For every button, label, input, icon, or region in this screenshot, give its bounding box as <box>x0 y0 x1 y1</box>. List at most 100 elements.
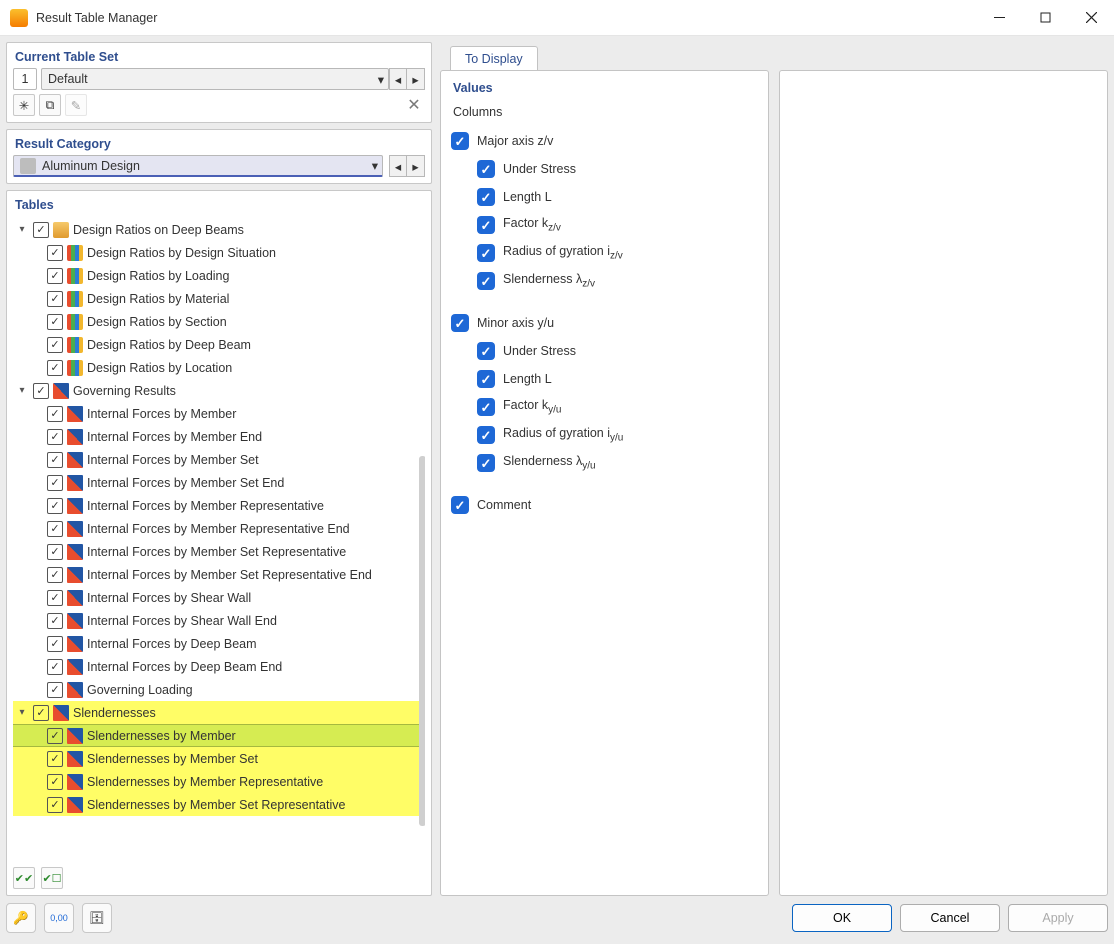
units-button[interactable]: 0,00 <box>44 903 74 933</box>
checkbox[interactable] <box>477 426 495 444</box>
uncheck-all-button[interactable]: ✔☐ <box>41 867 63 889</box>
table-set-dropdown[interactable]: Default ▾ <box>41 68 389 90</box>
checkbox[interactable] <box>33 705 49 721</box>
tree-item[interactable]: Design Ratios by Location <box>13 356 425 379</box>
checkbox[interactable] <box>33 383 49 399</box>
tree-item[interactable]: Internal Forces by Member Set Representa… <box>13 563 425 586</box>
checkbox[interactable] <box>477 398 495 416</box>
tree-group[interactable]: ▾Slendernesses <box>13 701 425 724</box>
checkbox[interactable] <box>47 751 63 767</box>
tree-item[interactable]: Internal Forces by Shear Wall End <box>13 609 425 632</box>
checkbox[interactable] <box>47 590 63 606</box>
checkbox[interactable] <box>477 370 495 388</box>
tree-item[interactable]: Internal Forces by Member Set Representa… <box>13 540 425 563</box>
database-button[interactable]: 🗄 <box>82 903 112 933</box>
scrollbar-thumb[interactable] <box>419 456 425 826</box>
column-checkbox-row[interactable]: Minor axis y/u <box>451 309 758 337</box>
checkbox[interactable] <box>47 429 63 445</box>
tree-item[interactable]: Internal Forces by Shear Wall <box>13 586 425 609</box>
column-checkbox-row[interactable]: Comment <box>451 491 758 519</box>
checkbox[interactable] <box>47 659 63 675</box>
checkbox[interactable] <box>47 291 63 307</box>
category-dropdown[interactable]: Aluminum Design ▾ <box>13 155 383 177</box>
close-window-button[interactable] <box>1068 2 1114 34</box>
tree-item[interactable]: Design Ratios by Design Situation <box>13 241 425 264</box>
checkbox[interactable] <box>477 244 495 262</box>
column-checkbox-row[interactable]: Factor kz/v <box>451 211 758 239</box>
maximize-button[interactable] <box>1022 2 1068 34</box>
column-checkbox-row[interactable]: Under Stress <box>451 337 758 365</box>
checkbox[interactable] <box>477 342 495 360</box>
tree-item[interactable]: Slendernesses by Member Set <box>13 747 425 770</box>
help-button[interactable]: 🔑 <box>6 903 36 933</box>
tables-tree[interactable]: ▾Design Ratios on Deep BeamsDesign Ratio… <box>13 216 425 863</box>
checkbox[interactable] <box>451 314 469 332</box>
tree-item[interactable]: Internal Forces by Member Representative… <box>13 517 425 540</box>
tree-group[interactable]: ▾Design Ratios on Deep Beams <box>13 218 425 241</box>
tree-item[interactable]: Internal Forces by Member <box>13 402 425 425</box>
checkbox[interactable] <box>47 544 63 560</box>
copy-set-button[interactable]: ⧉ <box>39 94 61 116</box>
checkbox[interactable] <box>47 613 63 629</box>
checkbox[interactable] <box>477 216 495 234</box>
checkbox[interactable] <box>47 636 63 652</box>
tree-item[interactable]: Slendernesses by Member Representative <box>13 770 425 793</box>
check-all-button[interactable]: ✔✔ <box>13 867 35 889</box>
tree-item[interactable]: Internal Forces by Member Set <box>13 448 425 471</box>
tree-item[interactable]: Internal Forces by Member End <box>13 425 425 448</box>
tree-group[interactable]: ▾Governing Results <box>13 379 425 402</box>
checkbox[interactable] <box>477 272 495 290</box>
checkbox[interactable] <box>47 498 63 514</box>
tree-item[interactable]: Design Ratios by Loading <box>13 264 425 287</box>
tree-item[interactable]: Internal Forces by Deep Beam <box>13 632 425 655</box>
checkbox[interactable] <box>477 454 495 472</box>
column-checkbox-row[interactable]: Factor ky/u <box>451 393 758 421</box>
checkbox[interactable] <box>47 567 63 583</box>
minimize-button[interactable] <box>976 2 1022 34</box>
tab-to-display[interactable]: To Display <box>450 46 538 71</box>
tree-item[interactable]: Slendernesses by Member <box>13 724 425 747</box>
cancel-button[interactable]: Cancel <box>900 904 1000 932</box>
table-set-next-button[interactable]: ▸ <box>407 68 425 90</box>
checkbox[interactable] <box>47 314 63 330</box>
checkbox[interactable] <box>47 521 63 537</box>
checkbox[interactable] <box>47 475 63 491</box>
checkbox[interactable] <box>47 360 63 376</box>
tree-item[interactable]: Internal Forces by Member Representative <box>13 494 425 517</box>
checkbox[interactable] <box>451 132 469 150</box>
tree-item[interactable]: Design Ratios by Deep Beam <box>13 333 425 356</box>
checkbox[interactable] <box>47 452 63 468</box>
column-checkbox-row[interactable]: Slenderness λy/u <box>451 449 758 477</box>
checkbox[interactable] <box>47 245 63 261</box>
checkbox[interactable] <box>33 222 49 238</box>
ok-button[interactable]: OK <box>792 904 892 932</box>
checkbox[interactable] <box>47 406 63 422</box>
checkbox[interactable] <box>47 682 63 698</box>
checkbox[interactable] <box>47 337 63 353</box>
delete-set-button[interactable]: ✕ <box>403 94 425 116</box>
checkbox[interactable] <box>477 160 495 178</box>
new-set-button[interactable]: ✳ <box>13 94 35 116</box>
column-checkbox-row[interactable]: Radius of gyration iz/v <box>451 239 758 267</box>
column-checkbox-row[interactable]: Length L <box>451 365 758 393</box>
column-checkbox-row[interactable]: Slenderness λz/v <box>451 267 758 295</box>
checkbox[interactable] <box>47 774 63 790</box>
checkbox[interactable] <box>451 496 469 514</box>
category-next-button[interactable]: ▸ <box>407 155 425 177</box>
tree-item[interactable]: Slendernesses by Member Set Representati… <box>13 793 425 816</box>
checkbox[interactable] <box>477 188 495 206</box>
checkbox[interactable] <box>47 728 63 744</box>
checkbox[interactable] <box>47 797 63 813</box>
tree-item[interactable]: Internal Forces by Deep Beam End <box>13 655 425 678</box>
column-checkbox-row[interactable]: Major axis z/v <box>451 127 758 155</box>
tree-item[interactable]: Internal Forces by Member Set End <box>13 471 425 494</box>
column-checkbox-row[interactable]: Radius of gyration iy/u <box>451 421 758 449</box>
category-prev-button[interactable]: ◂ <box>389 155 407 177</box>
column-checkbox-row[interactable]: Length L <box>451 183 758 211</box>
table-set-prev-button[interactable]: ◂ <box>389 68 407 90</box>
apply-button[interactable]: Apply <box>1008 904 1108 932</box>
checkbox[interactable] <box>47 268 63 284</box>
tree-item[interactable]: Design Ratios by Material <box>13 287 425 310</box>
column-checkbox-row[interactable]: Under Stress <box>451 155 758 183</box>
tree-item[interactable]: Governing Loading <box>13 678 425 701</box>
